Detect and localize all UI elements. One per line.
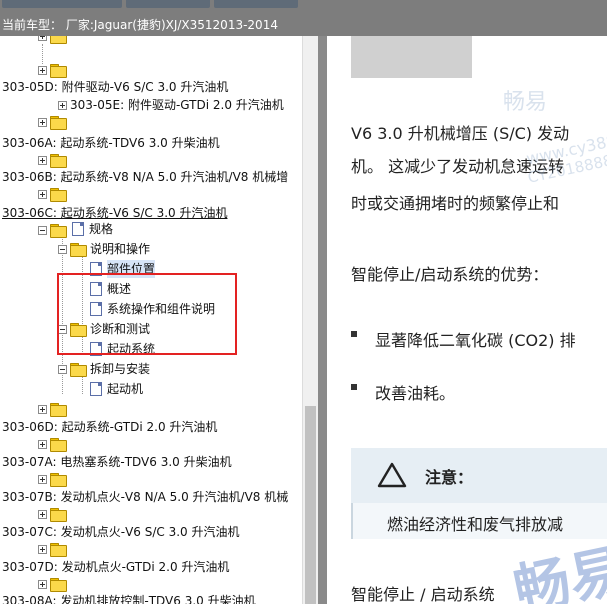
tree-item[interactable]: 303-05E: 附件驱动-GTDi 2.0 升汽油机 — [58, 96, 284, 114]
tree-row[interactable] — [38, 36, 70, 45]
tree-row[interactable] — [38, 221, 70, 239]
expand-icon[interactable] — [38, 404, 47, 414]
expand-icon[interactable] — [38, 36, 47, 41]
bullet-marker — [351, 331, 357, 337]
collapse-icon[interactable] — [58, 244, 67, 254]
tree-item-label: 303-08A: 发动机排放控制-TDV6 3.0 升柴油机 — [2, 594, 256, 604]
navigation-tree[interactable]: 303-05D: 附件驱动-V6 S/C 3.0 升汽油机 303-05E: 附… — [0, 36, 302, 604]
tree-row[interactable] — [38, 113, 70, 131]
tree-item-label: 303-06B: 起动系统-V8 N/A 5.0 升汽油机/V8 机械增 — [2, 170, 289, 184]
expand-icon[interactable] — [38, 189, 47, 199]
folder-icon — [50, 188, 67, 202]
tree-item-label: 规格 — [89, 222, 114, 236]
highlight-annotation-box — [57, 273, 237, 355]
tree-item-label: 303-05E: 附件驱动-GTDi 2.0 升汽油机 — [70, 98, 284, 112]
folder-icon — [50, 473, 67, 487]
tree-item-label: 303-07D: 发动机点火-GTDi 2.0 升汽油机 — [2, 560, 230, 574]
tree-item-label: 拆卸与安装 — [90, 362, 151, 376]
document-icon — [72, 222, 84, 236]
folder-icon — [50, 36, 67, 44]
toolbar-tab[interactable] — [214, 0, 298, 8]
expand-icon[interactable] — [38, 439, 47, 449]
tree-item-removal[interactable]: 拆卸与安装 — [58, 360, 150, 378]
note-title: 注意： — [425, 468, 474, 487]
scrollbar-thumb[interactable] — [305, 406, 316, 604]
tree-item-label: 303-06D: 起动系统-GTDi 2.0 升汽油机 — [2, 420, 218, 434]
warning-icon — [377, 462, 407, 488]
tree-item-label: 说明和操作 — [90, 242, 151, 256]
note-text: 燃油经济性和废气排放减 — [387, 515, 564, 534]
tree-item-starter[interactable]: 起动机 — [90, 380, 143, 398]
folder-open-icon — [70, 243, 87, 257]
bullet-text: 改善油耗。 — [375, 384, 456, 403]
tree-item-label: 303-07C: 发动机点火-V6 S/C 3.0 升汽油机 — [2, 525, 240, 539]
folder-open-icon — [50, 224, 67, 238]
expand-icon[interactable] — [38, 155, 47, 165]
bullet-marker — [351, 384, 357, 390]
tree-item[interactable]: 303-07D: 发动机点火-GTDi 2.0 升汽油机 — [2, 558, 229, 576]
expand-icon[interactable] — [38, 117, 47, 127]
expand-icon[interactable] — [38, 474, 47, 484]
tree-item-label: 303-06C: 起动系统-V6 S/C 3.0 升汽油机 — [2, 206, 228, 220]
tree-item-description[interactable]: 说明和操作 — [58, 240, 150, 258]
tree-item[interactable]: 303-06A: 起动系统-TDV6 3.0 升柴油机 — [2, 134, 220, 152]
tree-row[interactable] — [38, 540, 70, 558]
paragraph-line: V6 3.0 升机械增压 (S/C) 发动 — [351, 124, 570, 143]
toolbar-tab[interactable] — [126, 0, 210, 8]
document-icon — [90, 382, 102, 396]
header-block — [351, 36, 472, 78]
expand-icon[interactable] — [38, 579, 47, 589]
tree-item-label: 303-05D: 附件驱动-V6 S/C 3.0 升汽油机 — [2, 80, 229, 94]
watermark-brand: 畅易 — [503, 90, 548, 115]
folder-icon — [50, 403, 67, 417]
paragraph-line: 时或交通拥堵时的频繁停止和 — [351, 194, 560, 213]
expand-icon[interactable] — [38, 544, 47, 554]
expand-icon[interactable] — [58, 100, 67, 110]
folder-icon — [50, 508, 67, 522]
tree-item[interactable]: 303-08A: 发动机排放控制-TDV6 3.0 升柴油机 — [2, 592, 256, 604]
tree-row[interactable] — [38, 470, 70, 488]
tree-row[interactable] — [38, 151, 70, 169]
note-header: 注意： — [351, 448, 607, 503]
tree-row[interactable] — [38, 435, 70, 453]
collapse-icon[interactable] — [58, 364, 67, 374]
current-model-label: 当前车型： 厂家:Jaguar(捷豹)XJ/X3512013-2014 — [2, 18, 278, 32]
tree-item-label: 303-07B: 发动机点火-V8 N/A 5.0 升汽油机/V8 机械 — [2, 490, 289, 504]
tree-item-selected-section[interactable]: 303-06C: 起动系统-V6 S/C 3.0 升汽油机 — [2, 204, 227, 222]
tree-row[interactable] — [38, 575, 70, 593]
folder-icon — [50, 543, 67, 557]
tree-item-label: 303-07A: 电热塞系统-TDV6 3.0 升柴油机 — [2, 455, 232, 469]
tree-item-label: 起动机 — [107, 382, 144, 396]
expand-icon[interactable] — [38, 65, 47, 75]
tree-item[interactable]: 303-06D: 起动系统-GTDi 2.0 升汽油机 — [2, 418, 217, 436]
folder-icon — [50, 116, 67, 130]
tree-row[interactable] — [38, 185, 70, 203]
tree-item[interactable]: 303-07A: 电热塞系统-TDV6 3.0 升柴油机 — [2, 453, 232, 471]
expand-icon[interactable] — [38, 509, 47, 519]
folder-icon — [50, 438, 67, 452]
tree-row[interactable] — [38, 400, 70, 418]
document-view: V6 3.0 升机械增压 (S/C) 发动 机。 这减少了发动机怠速运转 时或交… — [327, 36, 607, 604]
tree-item-spec[interactable]: 规格 — [72, 220, 113, 238]
tree-row[interactable] — [38, 505, 70, 523]
advantages-heading: 智能停止/启动系统的优势： — [351, 265, 549, 284]
tree-row[interactable] — [38, 61, 70, 79]
collapse-icon[interactable] — [38, 225, 47, 235]
tree-item[interactable]: 303-05D: 附件驱动-V6 S/C 3.0 升汽油机 — [2, 78, 228, 96]
bullet-text: 显著降低二氧化碳 (CO2) 排 — [375, 331, 576, 350]
tree-scrollbar[interactable] — [302, 36, 318, 604]
tree-item[interactable]: 303-06B: 起动系统-V8 N/A 5.0 升汽油机/V8 机械增 — [2, 168, 288, 186]
tree-item-label: 303-06A: 起动系统-TDV6 3.0 升柴油机 — [2, 136, 220, 150]
pane-splitter[interactable] — [318, 36, 327, 604]
paragraph-line: 智能停止 / 启动系统 — [351, 585, 495, 604]
title-bar: 当前车型： 厂家:Jaguar(捷豹)XJ/X3512013-2014 — [0, 0, 607, 36]
tree-item[interactable]: 303-07B: 发动机点火-V8 N/A 5.0 升汽油机/V8 机械 — [2, 488, 288, 506]
toolbar-tab[interactable] — [2, 0, 122, 8]
folder-icon — [50, 64, 67, 78]
tree-item[interactable]: 303-07C: 发动机点火-V6 S/C 3.0 升汽油机 — [2, 523, 239, 541]
note-body: 燃油经济性和废气排放减 — [351, 503, 607, 539]
folder-open-icon — [70, 363, 87, 377]
folder-icon — [50, 578, 67, 592]
folder-icon — [50, 154, 67, 168]
